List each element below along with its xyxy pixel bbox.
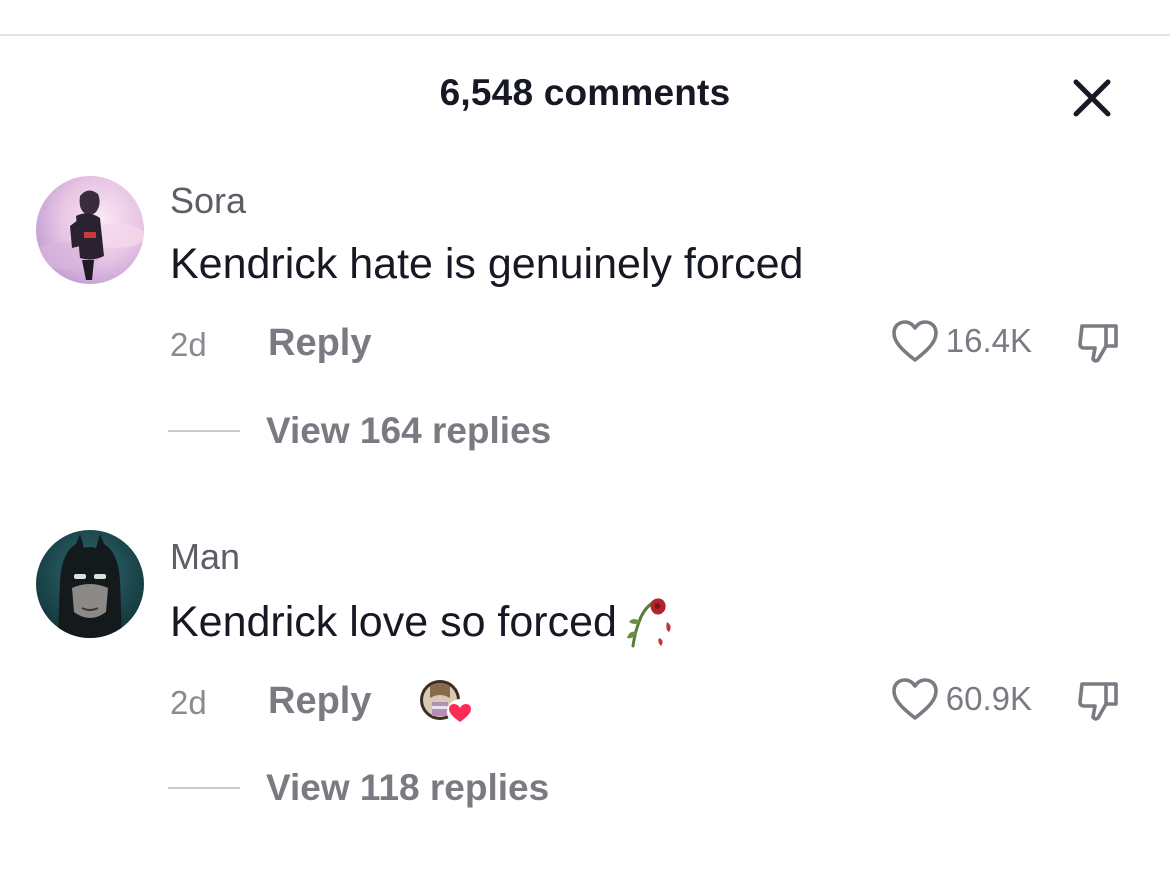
creator-liked-badge <box>418 676 474 726</box>
wilted-rose-icon <box>626 598 671 648</box>
comment-item: Man Kendrick love so forced 2d Reply 60.… <box>0 0 1170 808</box>
view-replies-label: View 164 replies <box>266 410 552 451</box>
view-replies-button[interactable]: View 118 replies <box>168 767 549 809</box>
avatar-image-man <box>36 530 144 638</box>
comment-time: 2d <box>170 684 207 721</box>
dislike-button[interactable] <box>1076 678 1122 724</box>
replies-divider <box>168 787 240 789</box>
comment-text: Kendrick love so forced <box>170 598 677 648</box>
comment-username[interactable]: Man <box>170 536 240 578</box>
view-replies-label: View 118 replies <box>266 767 550 808</box>
replies-divider <box>168 430 240 432</box>
creator-avatar-with-heart-icon <box>420 680 473 725</box>
view-replies-button[interactable]: View 164 replies <box>168 410 551 452</box>
heart-outline-icon <box>891 678 938 720</box>
like-count: 60.9K <box>945 680 1032 717</box>
comment-text-content: Kendrick love so forced <box>170 598 617 646</box>
avatar[interactable] <box>36 530 144 638</box>
like-button[interactable]: 60.9K <box>890 676 1032 722</box>
thumbs-down-icon <box>1078 682 1118 721</box>
comment-time: 2d <box>170 326 207 363</box>
reply-button[interactable]: Reply <box>268 680 371 723</box>
